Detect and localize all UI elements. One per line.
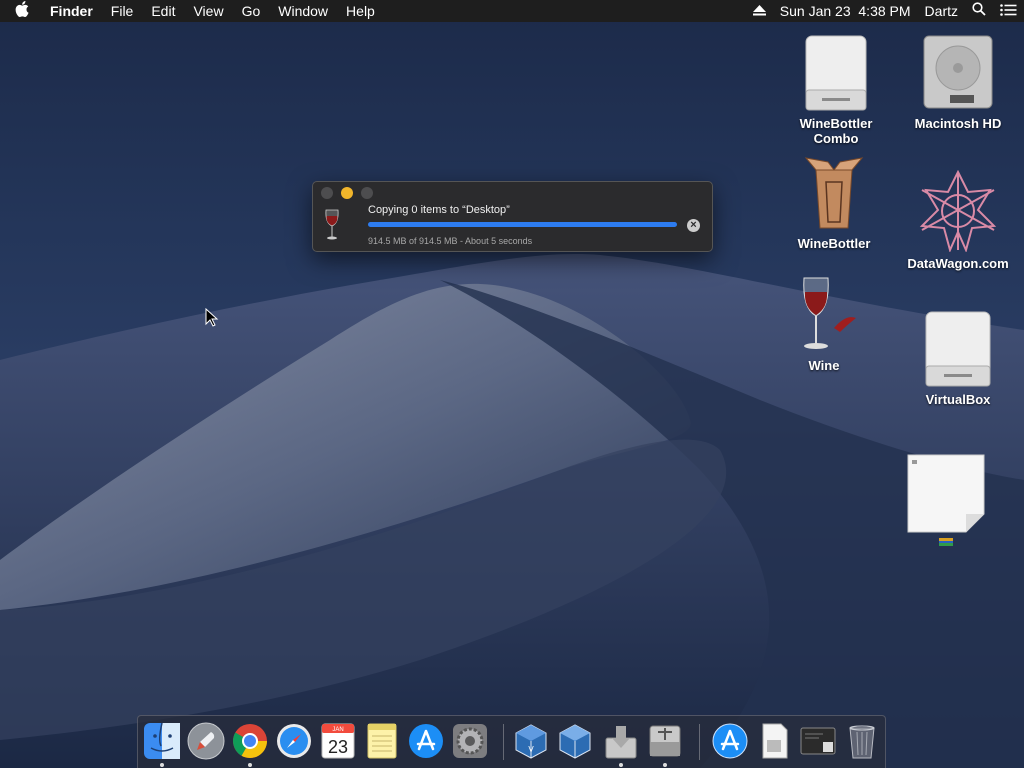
menu-clock[interactable]: Sun Jan 23 4:38 PM xyxy=(773,0,918,22)
dock-installer[interactable] xyxy=(602,722,640,767)
window-zoom-button[interactable] xyxy=(361,187,373,199)
dock-document[interactable] xyxy=(755,722,793,760)
notification-center-icon[interactable] xyxy=(993,0,1024,22)
dock-app-store[interactable] xyxy=(407,722,445,760)
dock-separator xyxy=(699,724,700,760)
copy-detail-text: 914.5 MB of 914.5 MB - About 5 seconds xyxy=(368,236,533,246)
desktop-icon-datawagon[interactable]: DataWagon.com xyxy=(898,170,1018,271)
cancel-copy-button[interactable]: × xyxy=(687,219,700,232)
dock-chrome[interactable] xyxy=(231,722,269,767)
document-icon xyxy=(762,723,788,759)
document-icon xyxy=(907,454,985,533)
window-close-button[interactable] xyxy=(321,187,333,199)
running-indicator xyxy=(160,763,164,767)
desktop-icon-macintosh-hd[interactable]: Macintosh HD xyxy=(898,32,1018,131)
trash-icon xyxy=(849,725,875,759)
virtualbox-cube-icon: V xyxy=(515,724,547,759)
running-indicator xyxy=(663,763,667,767)
desktop-icon-label: VirtualBox xyxy=(925,392,991,407)
calendar-icon: JAN 23 xyxy=(321,723,355,759)
running-indicator xyxy=(619,763,623,767)
desktop-icon-label: WineBottler xyxy=(797,236,871,251)
dock-finder[interactable] xyxy=(143,722,181,767)
dock-disk-utility[interactable] xyxy=(646,722,684,767)
app-store-icon xyxy=(409,724,443,758)
disk-image-icon xyxy=(805,35,867,111)
dock-launchpad[interactable] xyxy=(187,722,225,760)
menu-view[interactable]: View xyxy=(184,0,232,22)
menu-app-finder[interactable]: Finder xyxy=(44,0,102,22)
snowflake-logo-icon xyxy=(919,170,997,252)
dock-separator xyxy=(503,724,504,760)
rocket-icon xyxy=(187,722,225,760)
terminal-icon xyxy=(800,727,836,755)
hard-drive-icon xyxy=(923,35,993,109)
box-icon xyxy=(804,157,864,229)
disk-utility-icon xyxy=(649,725,681,757)
menu-go[interactable]: Go xyxy=(233,0,270,22)
desktop-icon-winebottler[interactable]: WineBottler xyxy=(774,152,894,251)
installer-icon xyxy=(605,726,637,759)
desktop-icon-winebottler-combo[interactable]: WineBottler Combo xyxy=(776,32,896,146)
copy-progress-fill xyxy=(368,222,677,227)
dock-virtualbox-extension[interactable] xyxy=(556,722,594,760)
calendar-day-label: 23 xyxy=(328,737,348,757)
menu-file[interactable]: File xyxy=(102,0,143,22)
safari-compass-icon xyxy=(277,724,311,758)
notes-icon xyxy=(367,723,397,759)
flag-badge-icon xyxy=(939,538,953,546)
window-minimize-button[interactable] xyxy=(341,187,353,199)
dock-downloads[interactable] xyxy=(711,722,749,760)
wine-glass-icon xyxy=(325,209,339,240)
dock-safari[interactable] xyxy=(275,722,313,760)
gear-icon xyxy=(453,724,487,758)
copy-status-text: Copying 0 items to “Desktop” xyxy=(368,204,510,216)
svg-text:V: V xyxy=(528,745,534,754)
desktop-icon-label: Wine xyxy=(808,358,840,373)
calendar-month-label: JAN xyxy=(332,727,343,733)
desktop-icon-label: WineBottler Combo xyxy=(799,116,873,146)
dock-calendar[interactable]: JAN 23 xyxy=(319,722,357,760)
apple-menu-icon[interactable] xyxy=(0,0,44,22)
copy-progress-bar xyxy=(368,222,677,227)
desktop-icon-wine[interactable]: Wine xyxy=(764,274,884,373)
virtualbox-cube-icon xyxy=(559,724,591,759)
dock: JAN 23 V xyxy=(137,715,886,768)
menu-bar: Finder File Edit View Go Window Help Sun… xyxy=(0,0,1024,22)
finder-icon xyxy=(144,722,180,759)
desktop-icon-label: DataWagon.com xyxy=(907,256,1009,271)
running-indicator xyxy=(248,763,252,767)
desktop-icon-label: Macintosh HD xyxy=(914,116,1002,131)
mouse-cursor-icon xyxy=(205,308,219,327)
menu-user[interactable]: Dartz xyxy=(918,0,965,22)
spotlight-search-icon[interactable] xyxy=(965,0,993,22)
desktop-icon-document[interactable] xyxy=(886,454,1006,546)
menu-help[interactable]: Help xyxy=(337,0,384,22)
disk-image-icon xyxy=(925,311,991,387)
app-store-icon xyxy=(712,723,748,759)
menu-edit[interactable]: Edit xyxy=(142,0,184,22)
dock-trash[interactable] xyxy=(843,722,881,760)
wine-glass-icon xyxy=(803,277,856,349)
dock-system-preferences[interactable] xyxy=(451,722,489,760)
desktop-icon-virtualbox[interactable]: VirtualBox xyxy=(898,308,1018,407)
dock-notes[interactable] xyxy=(363,722,401,760)
dock-virtualbox[interactable]: V xyxy=(512,722,550,760)
menu-window[interactable]: Window xyxy=(269,0,337,22)
dock-terminal[interactable] xyxy=(799,722,837,760)
eject-icon[interactable] xyxy=(746,0,773,22)
chrome-icon xyxy=(233,724,267,758)
copy-progress-dialog: Copying 0 items to “Desktop” × 914.5 MB … xyxy=(312,181,713,252)
